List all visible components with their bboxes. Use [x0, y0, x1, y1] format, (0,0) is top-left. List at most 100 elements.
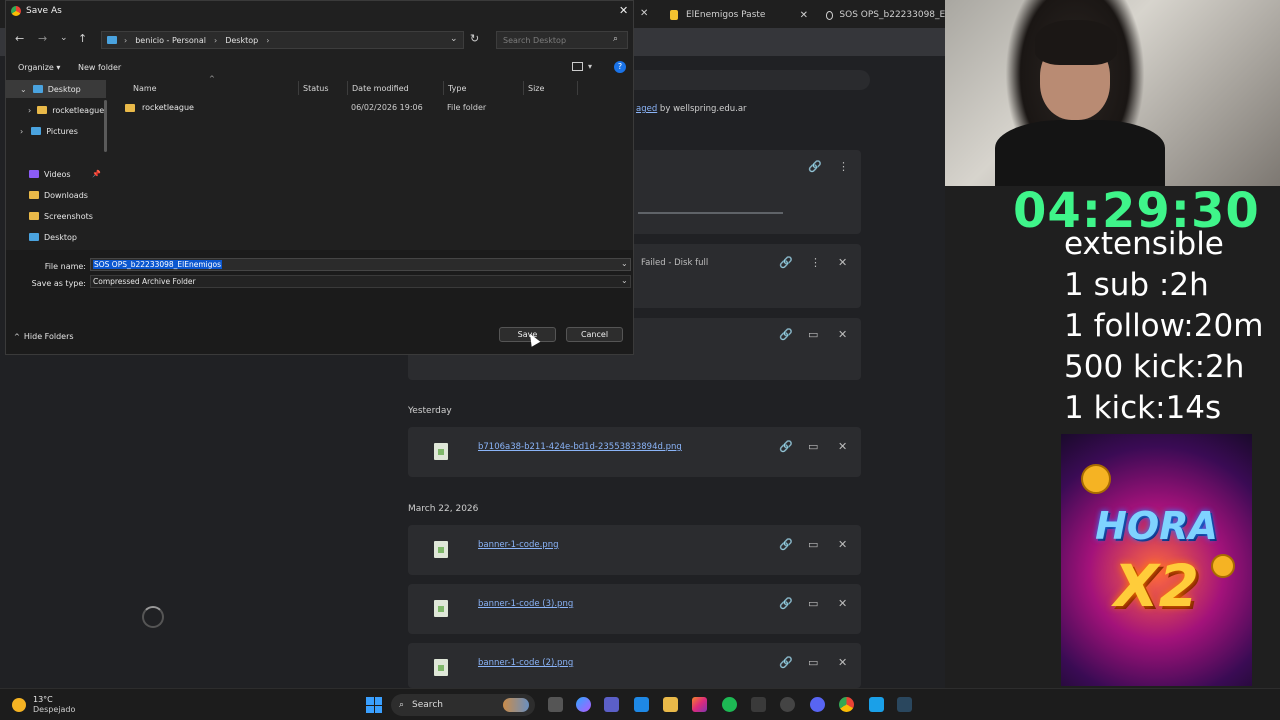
chrome-taskbar-icon[interactable]: [839, 697, 854, 712]
column-header-type[interactable]: Type: [443, 81, 466, 95]
weather-condition[interactable]: Despejado: [33, 705, 75, 714]
show-in-folder-icon[interactable]: ▭: [808, 597, 818, 610]
close-tab-icon[interactable]: ✕: [640, 8, 648, 19]
app-icon[interactable]: [751, 697, 766, 712]
show-in-folder-icon[interactable]: ▭: [808, 656, 818, 669]
subathon-rule: 1 kick:14s: [1064, 390, 1222, 426]
file-row[interactable]: rocketleague 06/02/2026 19:06 File folde…: [121, 101, 621, 116]
download-file-link[interactable]: banner-1-code (3).png: [478, 599, 573, 609]
cancel-button[interactable]: Cancel: [566, 327, 623, 342]
remove-icon[interactable]: ✕: [838, 440, 847, 453]
file-icon: [434, 541, 448, 558]
show-in-folder-icon[interactable]: ▭: [808, 538, 818, 551]
paste-favicon-icon: [670, 10, 678, 20]
remove-icon[interactable]: ✕: [838, 538, 847, 551]
subathon-rule: 1 follow:20m: [1064, 308, 1264, 344]
forward-icon[interactable]: →: [38, 32, 47, 45]
browser-tab-download[interactable]: SOS OPS_b22233098_ElEnemi: [820, 4, 945, 26]
expand-chevron-icon[interactable]: ›: [28, 106, 31, 115]
task-view-icon[interactable]: [548, 697, 563, 712]
organize-menu[interactable]: Organize ▾: [18, 63, 60, 72]
remove-icon[interactable]: ✕: [838, 328, 847, 341]
breadcrumb-item[interactable]: Desktop: [225, 36, 258, 45]
discord-icon[interactable]: [810, 697, 825, 712]
column-header-size[interactable]: Size: [523, 81, 544, 95]
instagram-icon[interactable]: [692, 697, 707, 712]
new-folder-button[interactable]: New folder: [78, 63, 121, 72]
address-bar[interactable]: › benicio - Personal › Desktop › ⌄: [101, 31, 464, 49]
teams-icon[interactable]: [604, 697, 619, 712]
subathon-rule: 1 sub :2h: [1064, 267, 1209, 303]
copy-link-icon[interactable]: 🔗: [779, 256, 793, 269]
start-icon[interactable]: [366, 697, 382, 713]
copy-link-icon[interactable]: 🔗: [779, 328, 793, 341]
close-dialog-icon[interactable]: ✕: [619, 4, 628, 17]
folder-icon: [125, 104, 135, 112]
remove-icon[interactable]: ✕: [838, 656, 847, 669]
nav-item-desktop[interactable]: ⌄ Desktop: [6, 80, 106, 98]
remove-icon[interactable]: ✕: [838, 256, 847, 269]
copy-link-icon[interactable]: 🔗: [779, 440, 793, 453]
save-type-dropdown-icon[interactable]: ⌄: [621, 276, 628, 285]
help-icon[interactable]: ?: [614, 61, 626, 73]
download-file-link[interactable]: banner-1-code (2).png: [478, 658, 573, 668]
download-file-link[interactable]: b7106a38-b211-424e-bd1d-23553833894d.png: [478, 442, 682, 452]
address-dropdown-icon[interactable]: ⌄: [450, 34, 458, 44]
nav-item-desktop-2[interactable]: Desktop: [6, 228, 106, 246]
nav-item-downloads[interactable]: Downloads: [6, 186, 106, 204]
nav-item-pictures[interactable]: › Pictures: [6, 122, 106, 140]
column-header-status[interactable]: Status: [298, 81, 329, 95]
file-name-input[interactable]: SOS OPS_b22233098_ElEnemigos ⌄: [90, 258, 631, 271]
expand-chevron-icon[interactable]: ›: [20, 127, 23, 136]
download-file-link[interactable]: banner-1-code.png: [478, 540, 558, 550]
app-icon[interactable]: [869, 697, 884, 712]
nav-item-rocketleague[interactable]: › rocketleague: [6, 101, 106, 119]
more-options-icon[interactable]: ⋮: [838, 160, 849, 173]
collapse-chevron-icon[interactable]: ⌄: [20, 85, 27, 94]
show-in-folder-icon[interactable]: ▭: [808, 328, 818, 341]
taskbar-search[interactable]: ⌕ Search: [391, 694, 535, 716]
save-type-select[interactable]: Compressed Archive Folder ⌄: [90, 275, 631, 288]
column-header-name[interactable]: Name: [133, 81, 157, 95]
list-scroll-marker: [631, 191, 634, 203]
weather-temperature[interactable]: 13°C: [33, 695, 53, 704]
tab-label: ElEnemigos Paste: [686, 10, 766, 20]
up-icon[interactable]: ↑: [78, 32, 87, 45]
nav-item-videos[interactable]: Videos 📌: [6, 165, 106, 183]
file-name-dropdown-icon[interactable]: ⌄: [621, 259, 628, 268]
column-divider: [577, 81, 578, 95]
close-tab-icon[interactable]: ✕: [800, 10, 808, 21]
settings-gear-icon[interactable]: [780, 697, 795, 712]
date-heading: March 22, 2026: [408, 504, 479, 514]
store-icon[interactable]: [634, 697, 649, 712]
hide-folders-button[interactable]: ^ Hide Folders: [14, 332, 74, 341]
managed-notice: aged by wellspring.edu.ar: [636, 104, 747, 114]
copilot-icon[interactable]: [576, 697, 591, 712]
breadcrumb-item[interactable]: benicio - Personal: [135, 36, 206, 45]
copy-link-icon[interactable]: 🔗: [808, 160, 822, 173]
copy-link-icon[interactable]: 🔗: [779, 597, 793, 610]
view-dropdown-icon[interactable]: ▾: [588, 62, 592, 71]
nav-scrollbar[interactable]: [104, 100, 107, 152]
sort-ascending-icon: ^: [209, 75, 215, 83]
refresh-icon[interactable]: ↻: [470, 32, 479, 45]
copy-link-icon[interactable]: 🔗: [779, 538, 793, 551]
search-desktop-input[interactable]: Search Desktop ⌕: [496, 31, 628, 49]
streamer-hair: [1035, 20, 1117, 65]
copy-link-icon[interactable]: 🔗: [779, 656, 793, 669]
view-options-icon[interactable]: [572, 62, 583, 71]
more-options-icon[interactable]: ⋮: [810, 256, 821, 269]
spotify-icon[interactable]: [722, 697, 737, 712]
recent-locations-icon[interactable]: ⌄: [60, 33, 68, 43]
download-card: b7106a38-b211-424e-bd1d-23553833894d.png…: [408, 427, 861, 477]
nav-item-screenshots[interactable]: Screenshots: [6, 207, 106, 225]
back-icon[interactable]: ←: [15, 32, 24, 45]
managed-link[interactable]: aged: [636, 104, 657, 114]
steam-icon[interactable]: [897, 697, 912, 712]
browser-tab-paste[interactable]: ElEnemigos Paste ✕: [660, 4, 820, 26]
show-in-folder-icon[interactable]: ▭: [808, 440, 818, 453]
file-explorer-icon[interactable]: [663, 697, 678, 712]
column-header-date[interactable]: Date modified: [347, 81, 409, 95]
download-card: banner-1-code (3).png 🔗 ▭ ✕: [408, 584, 861, 634]
remove-icon[interactable]: ✕: [838, 597, 847, 610]
